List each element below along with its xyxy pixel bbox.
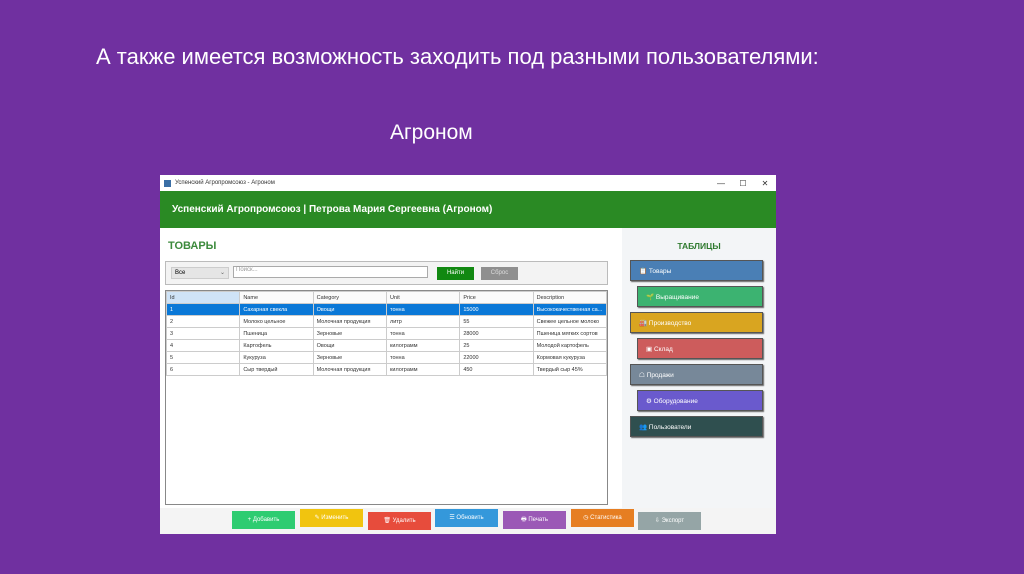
column-header-description[interactable]: Description	[532, 291, 608, 304]
table-button-label: Продажи	[646, 372, 674, 379]
table-icon: ⚙	[646, 398, 652, 405]
category-value: Все	[175, 270, 186, 276]
products-table[interactable]: Id Name Category Unit Price Description 1 Сахар…	[165, 290, 608, 505]
tables-panel: ТАБЛИЦЫ 📋 Товары 🌱 Выращивание 🏭 Производс…	[622, 228, 776, 508]
table-button-label: Склад	[653, 346, 673, 353]
table-cell: Свежее цельное молоко	[532, 315, 608, 328]
category-select[interactable]: Все ⌄	[171, 267, 229, 279]
table-cell: 25	[459, 339, 534, 352]
table-cell: 28000	[459, 327, 534, 340]
table-icon: 🏭	[639, 320, 648, 327]
action-button-0[interactable]: + Добавить	[232, 511, 295, 529]
table-icon: ☖	[639, 372, 645, 379]
products-panel: ТОВАРЫ Все ⌄ Поиск... Найти Сброс Id Name C…	[160, 228, 620, 508]
table-cell: Кукуруза	[239, 351, 314, 364]
table-button-1[interactable]: 🌱 Выращивание	[637, 286, 763, 307]
table-row[interactable]: 3 Пшеница Зерновые тонна 28000 Пшеница мягких…	[165, 327, 608, 340]
table-cell: Твердый сыр 45%	[532, 363, 608, 376]
table-button-4[interactable]: ☖ Продажи	[630, 364, 763, 385]
column-header-category[interactable]: Category	[312, 291, 387, 304]
table-cell: 450	[459, 363, 534, 376]
table-cell: литр	[385, 315, 461, 328]
slide-title: А также имеется возможность заходить под…	[96, 44, 819, 69]
table-icon: 🌱	[646, 294, 655, 301]
table-button-label: Производство	[648, 320, 692, 327]
table-cell: Молодой картофель	[532, 339, 608, 352]
table-icon: ▣	[646, 346, 653, 353]
reset-button[interactable]: Сброс	[481, 267, 518, 280]
filter-bar: Все ⌄ Поиск... Найти Сброс	[165, 261, 608, 285]
table-button-0[interactable]: 📋 Товары	[630, 260, 763, 281]
action-button-6[interactable]: ⇩ Экспорт	[638, 512, 701, 530]
title-bar: Успенский Агропромсоюз - Агроном — ☐ ✕	[160, 175, 776, 191]
table-cell: тонна	[385, 327, 461, 340]
table-cell: Пшеница мягких сортов	[532, 327, 608, 340]
table-cell: килограмм	[385, 339, 461, 352]
chevron-down-icon: ⌄	[219, 270, 225, 276]
search-input[interactable]: Поиск...	[233, 266, 428, 278]
table-button-5[interactable]: ⚙ Оборудование	[637, 390, 763, 411]
minimize-button[interactable]: —	[710, 175, 732, 191]
table-row[interactable]: 1 Сахарная свекла Овощи тонна 15000 Высококач…	[165, 303, 608, 316]
table-cell: 55	[459, 315, 534, 328]
close-button[interactable]: ✕	[754, 175, 776, 191]
table-cell: Молочная продукция	[312, 363, 387, 376]
table-cell: Молоко цельное	[239, 315, 314, 328]
table-row[interactable]: 4 Картофель Овощи килограмм 25 Молодой картоф…	[165, 339, 608, 352]
table-cell: 4	[165, 339, 241, 352]
app-header: Успенский Агропромсоюз | Петрова Мария С…	[160, 191, 776, 228]
table-cell: 3	[165, 327, 241, 340]
section-title: ТОВАРЫ	[168, 240, 217, 252]
table-cell: Овощи	[312, 339, 387, 352]
tables-title: ТАБЛИЦЫ	[677, 241, 721, 251]
app-icon	[164, 179, 171, 187]
table-cell: Сахарная свекла	[239, 303, 314, 316]
table-cell: Пшеница	[239, 327, 314, 340]
table-cell: 2	[165, 315, 241, 328]
action-button-2[interactable]: 🗑 Удалить	[368, 512, 431, 530]
table-cell: 15000	[459, 303, 534, 316]
table-cell: 5	[165, 351, 241, 364]
action-button-5[interactable]: ◷ Статистика	[571, 509, 634, 527]
table-cell: 6	[165, 363, 241, 376]
table-button-2[interactable]: 🏭 Производство	[630, 312, 763, 333]
maximize-button[interactable]: ☐	[732, 175, 754, 191]
table-button-label: Пользователи	[648, 424, 692, 431]
column-header-name[interactable]: Name	[239, 291, 314, 304]
column-header-id[interactable]: Id	[165, 291, 241, 304]
action-button-1[interactable]: ✎ Изменить	[300, 509, 363, 527]
table-row[interactable]: 2 Молоко цельное Молочная продукция литр 55 С…	[165, 315, 608, 328]
table-button-label: Товары	[648, 268, 672, 275]
slide-subtitle: Агроном	[390, 121, 473, 144]
table-row[interactable]: 5 Кукуруза Зерновые тонна 22000 Кормовая куку…	[165, 351, 608, 364]
table-cell: Молочная продукция	[312, 315, 387, 328]
action-button-4[interactable]: 🖶 Печать	[503, 511, 566, 529]
table-button-6[interactable]: 👥 Пользователи	[630, 416, 763, 437]
table-button-3[interactable]: ▣ Склад	[637, 338, 763, 359]
table-icon: 👥	[639, 424, 648, 431]
table-button-label: Оборудование	[653, 398, 698, 405]
table-row[interactable]: 6 Сыр твердый Молочная продукция килограмм 4…	[165, 363, 608, 376]
table-cell: 22000	[459, 351, 534, 364]
table-icon: 📋	[639, 268, 648, 275]
table-cell: Высококачественная са...	[532, 303, 608, 316]
table-cell: тонна	[385, 303, 461, 316]
find-button[interactable]: Найти	[437, 267, 474, 280]
table-cell: килограмм	[385, 363, 461, 376]
table-cell: Картофель	[239, 339, 314, 352]
table-cell: Зерновые	[312, 351, 387, 364]
action-bar: + Добавить ✎ Изменить 🗑 Удалить ☰ Обновить 🖶…	[160, 508, 776, 534]
window-title: Успенский Агропромсоюз - Агроном	[175, 180, 275, 186]
table-cell: 1	[165, 303, 241, 316]
column-header-price[interactable]: Price	[459, 291, 534, 304]
column-header-unit[interactable]: Unit	[385, 291, 461, 304]
table-button-label: Выращивание	[655, 294, 699, 301]
app-window: Успенский Агропромсоюз - Агроном — ☐ ✕ У…	[160, 175, 776, 534]
table-cell: Зерновые	[312, 327, 387, 340]
table-cell: Овощи	[312, 303, 387, 316]
table-cell: Кормовая кукуруза	[532, 351, 608, 364]
action-button-3[interactable]: ☰ Обновить	[435, 509, 498, 527]
table-cell: тонна	[385, 351, 461, 364]
table-cell: Сыр твердый	[239, 363, 314, 376]
